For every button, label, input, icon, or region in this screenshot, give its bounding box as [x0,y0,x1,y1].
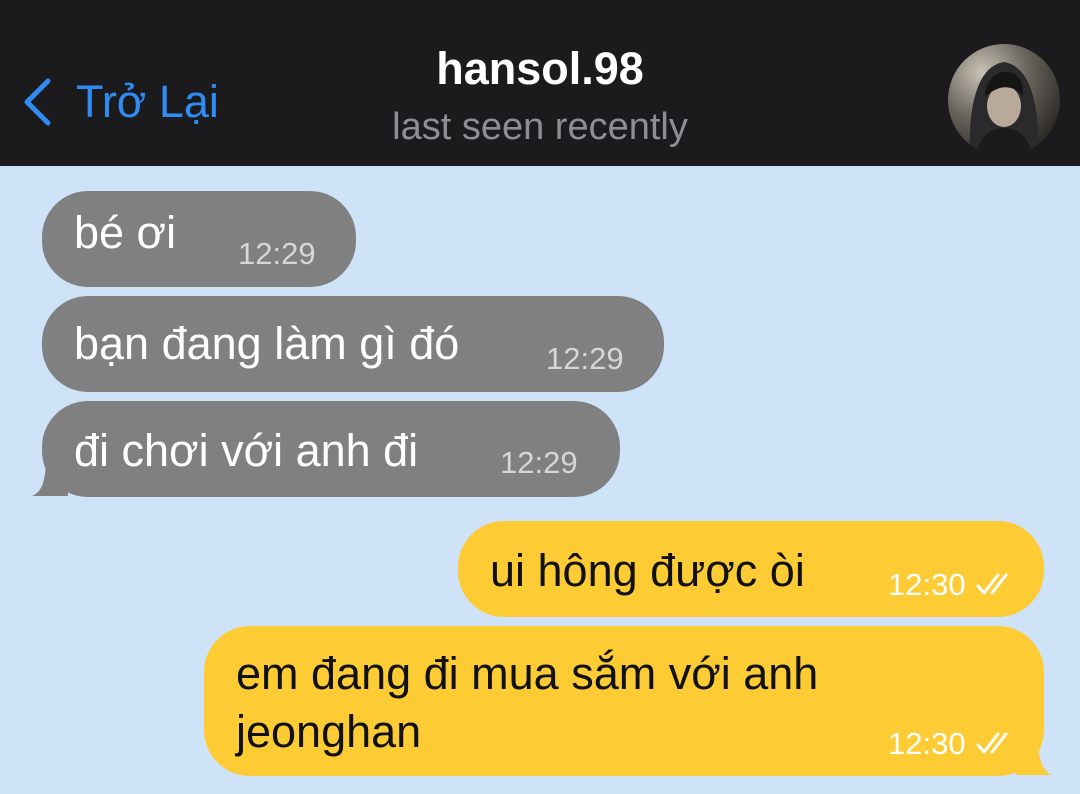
message-bubble-outgoing[interactable]: ui hông được òi 12:30 [458,521,1044,617]
message-time: 12:29 [500,445,578,480]
chevron-left-icon [20,77,54,127]
message-text: đi chơi với anh đi [74,425,419,476]
message-text-line: jeonghan [236,706,422,757]
message-bubble-incoming[interactable]: bạn đang làm gì đó 12:29 [42,296,664,392]
message-time: 12:29 [546,341,624,376]
chat-title: hansol.98 [436,43,644,94]
message-time: 12:30 [888,567,966,602]
double-check-icon [976,573,1008,595]
message-time: 12:29 [238,236,316,271]
avatar-photo-icon [948,44,1060,156]
back-label: Trở Lại [76,76,219,127]
double-check-icon [976,732,1008,754]
message-text: bạn đang làm gì đó [74,318,460,369]
message-time: 12:30 [888,726,966,761]
message-bubble-incoming[interactable]: bé ơi 12:29 [42,191,356,287]
chat-header: Trở Lại hansol.98 last seen recently [0,0,1080,166]
avatar[interactable] [948,44,1060,156]
message-text: ui hông được òi [490,545,805,596]
message-bubble-outgoing[interactable]: em đang đi mua sắm với anh jeonghan 12:3… [204,626,1044,776]
back-button[interactable]: Trở Lại [20,72,219,132]
chat-screen: Trở Lại hansol.98 last seen recently bé … [0,0,1080,794]
message-text-line: em đang đi mua sắm với anh [236,648,819,699]
chat-title-block[interactable]: hansol.98 last seen recently [290,40,790,152]
chat-status: last seen recently [392,106,688,148]
message-text: bé ơi [74,207,177,258]
message-bubble-incoming[interactable]: đi chơi với anh đi 12:29 [42,401,620,497]
